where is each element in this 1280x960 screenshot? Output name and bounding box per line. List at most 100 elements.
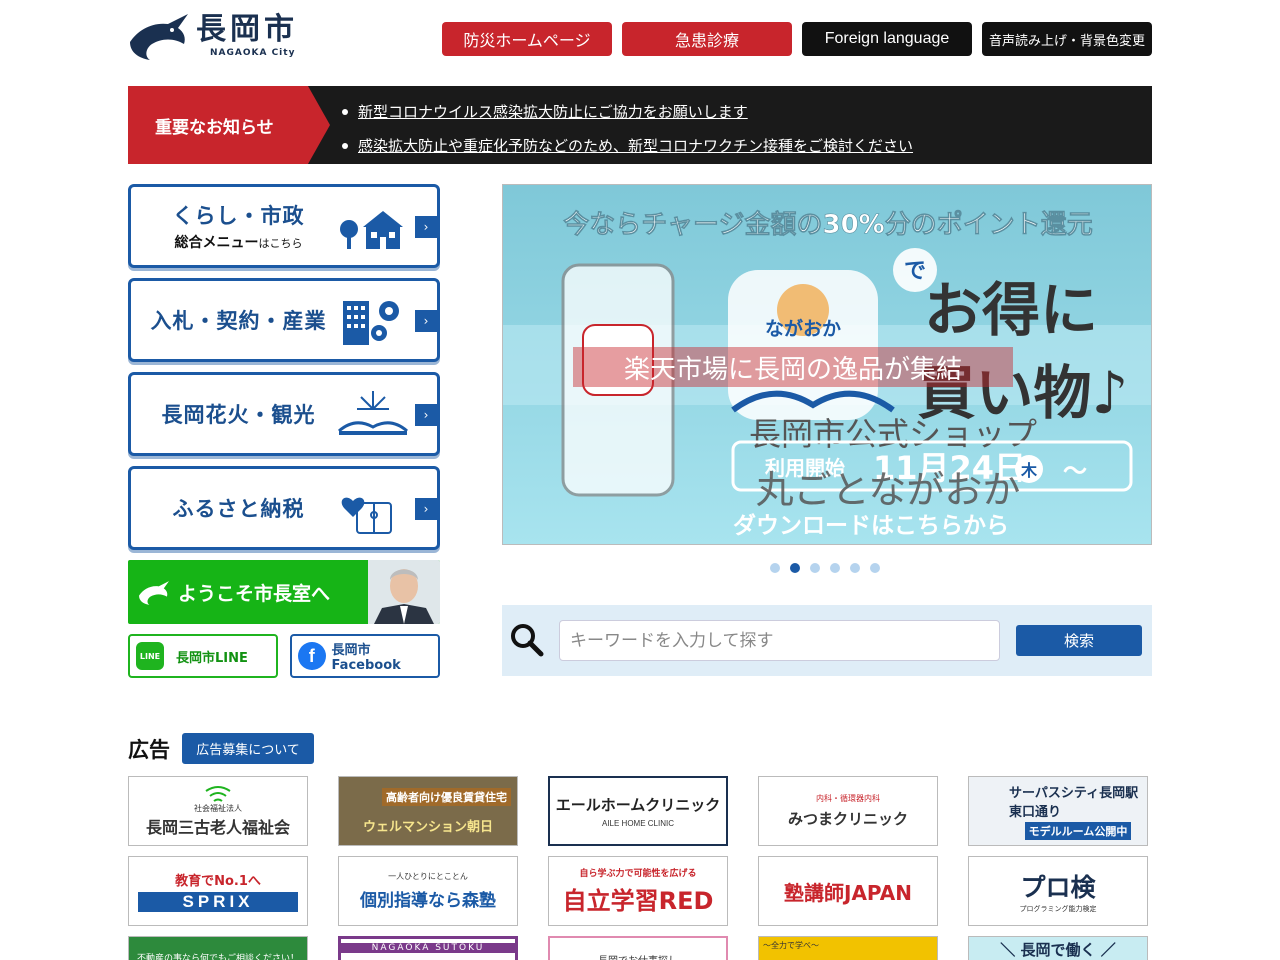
ad-banner[interactable]: 自ら学ぶ力で可能性を広げる 自立学習RED [548,856,728,926]
ad-main-text: ウェルマンション朝日 [362,819,493,835]
ad-banner[interactable]: ～全力で学べ～ [758,936,938,960]
ad-main-text: 長岡三古老人福祉会 [145,817,290,837]
slider-pagination [770,563,890,573]
banner-overlay-2: 長岡市公式ショップ [749,415,1037,453]
notice-item: 感染拡大防止や重症化予防などのため、新型コロナワクチン接種をご検討ください [342,129,913,163]
ad-top-text: エールホームクリニック [555,796,721,814]
ad-main-text: 自立学習RED [562,887,714,915]
ad-main-text: SPRIX [138,892,298,912]
ad-banner[interactable]: 社会福祉法人 長岡三古老人福祉会 [128,776,308,846]
ad-top-text: プログラミング能力検定 [1019,905,1097,913]
disaster-prevention-button[interactable]: 防災ホームページ [442,22,612,56]
ad-main-text: AILE HOME CLINIC [601,819,674,828]
site-logo[interactable]: 長岡市 NAGAOKA City [128,8,308,64]
heart-gift-icon [341,497,392,534]
chevron-right-icon: › [415,498,437,520]
banner-image: で 今ならチャージ金額の30%分のポイント還元 ながおか お得に 買い物♪ 楽天… [503,185,1151,544]
menu-card-nyusatsu[interactable]: 入札・契約・産業 › [128,278,440,362]
ad-top-text: 自ら学ぶ力で可能性を広げる [579,869,697,879]
menu-card-title: 長岡花火・観光 [161,403,316,427]
banner-start-tail: ～ [1063,457,1087,485]
banner-overlay-3: 丸ごとながおか [756,468,1021,512]
ad-banner[interactable]: ＼ 長岡で働く ／ [968,936,1148,960]
ad-top-text: 高齢者向け優良賃貸住宅 [382,787,511,806]
slider-dot-active[interactable] [790,563,800,573]
banner-slider[interactable]: で 今ならチャージ金額の30%分のポイント還元 ながおか お得に 買い物♪ 楽天… [502,184,1152,545]
banner-overlay-1: 楽天市場に長岡の逸品が集結 [624,355,962,385]
nagaoka-bird-icon [139,581,169,605]
line-link[interactable]: LINE 長岡市LINE [128,634,278,678]
ad-main-text: 個別指導なら森塾 [360,891,496,911]
ad-banner[interactable]: 長岡でお仕事探し [548,936,728,960]
notice-item: 新型コロナウイルス感染拡大防止にご協力をお願いします [342,95,913,129]
slider-dot[interactable] [770,563,780,573]
banner-big1: お得に [924,276,1098,344]
ad-top-text: 内科・循環器内科 [816,794,880,803]
mayor-office-banner[interactable]: ようこそ市長室へ [128,560,440,624]
ad-top-text: サーパスシティ長岡駅東口通り [1009,786,1139,820]
ad-banner[interactable]: NAGAOKA SUTOKU [338,936,518,960]
slider-dot[interactable] [870,563,880,573]
emergency-care-button[interactable]: 急患診療 [622,22,792,56]
foreign-language-button[interactable]: Foreign language [802,22,972,56]
ad-banner[interactable]: サーパスシティ長岡駅東口通り モデルルーム公開中 [968,776,1148,846]
menu-card-text: ふるさと納税 [131,469,346,547]
notice-link-covid[interactable]: 新型コロナウイルス感染拡大防止にご協力をお願いします [358,95,748,129]
ad-banner[interactable]: プロ検 プログラミング能力検定 [968,856,1148,926]
ad-banner[interactable]: エールホームクリニック AILE HOME CLINIC [548,776,728,846]
ad-top-text: NAGAOKA SUTOKU [341,943,515,953]
slider-dot[interactable] [810,563,820,573]
building-gear-icon [343,301,399,345]
menu-card-text: 長岡花火・観光 [131,375,346,453]
logo-title: 長岡市 [196,12,298,47]
menu-card-title: ふるさと納税 [172,497,305,521]
facebook-link[interactable]: f 長岡市Facebook [290,634,440,678]
banner-de: で [904,259,926,284]
banner-headline: 今ならチャージ金額の30%分のポイント還元 [563,209,1092,240]
facebook-label: 長岡市Facebook [331,643,401,673]
menu-card-furusato[interactable]: ふるさと納税 › [128,466,440,550]
ad-banner[interactable]: 高齢者向け優良賃貸住宅 ウェルマンション朝日 [338,776,518,846]
ad-main-text: モデルルーム公開中 [1024,822,1132,840]
important-notice-bar: 重要なお知らせ 新型コロナウイルス感染拡大防止にご協力をお願いします 感染拡大防… [128,86,1152,164]
notice-arrow-shape [308,86,330,164]
ad-top-text: 一人ひとりにとことん [388,872,468,881]
logo-subtitle: NAGAOKA City [210,48,296,58]
chevron-right-icon: › [415,404,437,426]
ad-banner[interactable]: 塾講師JAPAN [758,856,938,926]
menu-card-text: 入札・契約・産業 [131,281,346,359]
menu-card-title: くらし・市政 [172,204,305,228]
bullet-icon [342,109,348,115]
menu-card-subtitle: 総合メニューはこちら [174,235,303,251]
search-icon [511,624,544,657]
slider-dot[interactable] [850,563,860,573]
search-input[interactable] [559,620,1000,661]
mayor-portrait [368,560,440,624]
search-button[interactable]: 検索 [1016,625,1142,656]
line-label: 長岡市LINE [176,650,248,666]
ad-main-text: 塾講師JAPAN [784,880,912,905]
banner-start-day: 木 [1020,461,1038,480]
accessibility-button[interactable]: 音声読み上げ・背景色変更 [982,22,1152,56]
notice-label: 重要なお知らせ [128,86,308,164]
menu-card-title: 入札・契約・産業 [150,309,327,333]
wifi-waves-icon [205,785,231,802]
slider-dot[interactable] [830,563,840,573]
ad-recruitment-button[interactable]: 広告募集について [182,733,314,764]
menu-card-hanabi[interactable]: 長岡花火・観光 › [128,372,440,456]
nagaoka-bird-logo-icon [130,14,188,60]
ad-banner[interactable]: 教育でNo.1へ SPRIX [128,856,308,926]
ad-top-text: 不動産の事なら何でもご相談ください！ [136,954,299,960]
banner-app-name: ながおか [765,317,841,340]
ad-banner[interactable]: 内科・循環器内科 みつまクリニック [758,776,938,846]
notice-link-vaccine[interactable]: 感染拡大防止や重症化予防などのため、新型コロナワクチン接種をご検討ください [358,129,913,163]
fireworks-bridge-icon [338,391,408,435]
menu-card-kurashi[interactable]: くらし・市政 総合メニューはこちら › [128,184,440,268]
notice-list: 新型コロナウイルス感染拡大防止にご協力をお願いします 感染拡大防止や重症化予防な… [342,95,913,163]
ad-banner[interactable]: 一人ひとりにとことん 個別指導なら森塾 [338,856,518,926]
search-bar: 検索 [502,605,1152,676]
ad-banner[interactable]: 不動産の事なら何でもご相談ください！ [128,936,308,960]
bullet-icon [342,143,348,149]
chevron-right-icon: › [415,310,437,332]
ad-top-text: 長岡でお仕事探し [598,952,678,960]
